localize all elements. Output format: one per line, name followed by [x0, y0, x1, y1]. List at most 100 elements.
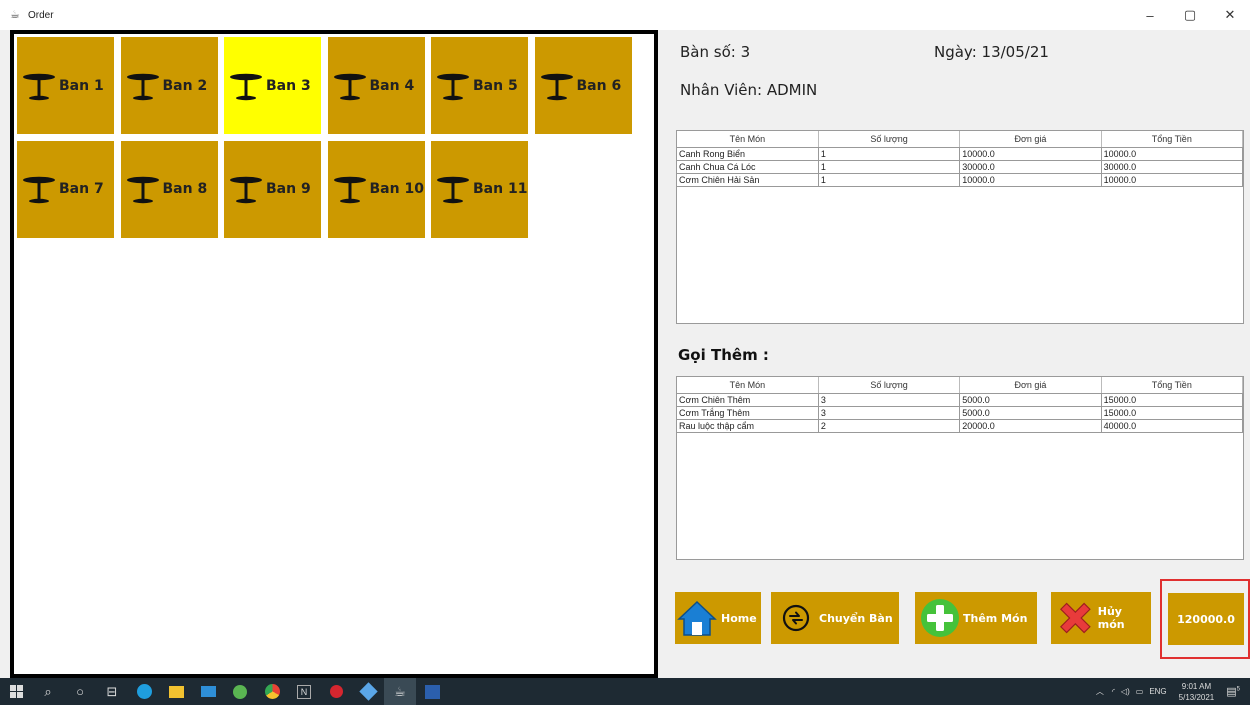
total-button[interactable]: 120000.0	[1168, 593, 1244, 645]
netbeans-icon[interactable]: N	[288, 678, 320, 705]
cell-total[interactable]: 30000.0	[1101, 160, 1244, 174]
cell-price[interactable]: 10000.0	[959, 173, 1102, 187]
col-header-qty[interactable]: Số lượng	[818, 131, 961, 148]
table-button-3[interactable]: Ban 3	[224, 37, 321, 134]
cell-total[interactable]: 15000.0	[1101, 406, 1244, 420]
table-button-7[interactable]: Ban 7	[17, 140, 114, 238]
clock[interactable]: 9:01 AM 5/13/2021	[1179, 681, 1215, 703]
file-explorer-icon[interactable]	[160, 678, 192, 705]
mail-icon[interactable]	[192, 678, 224, 705]
home-button-label: Home	[721, 611, 757, 625]
cell-qty[interactable]: 1	[818, 160, 961, 174]
table-button-5[interactable]: Ban 5	[431, 37, 528, 134]
table-button-2[interactable]: Ban 2	[120, 37, 218, 134]
cell-price[interactable]: 20000.0	[959, 419, 1102, 433]
cell-qty[interactable]: 2	[818, 419, 961, 433]
table-label: Ban 11	[473, 181, 528, 197]
order-row[interactable]: Canh Chua Cá Lóc 1 30000.0 30000.0	[677, 160, 1244, 174]
add-item-button[interactable]: Thêm Món	[915, 592, 1037, 644]
cell-name[interactable]: Canh Rong Biển	[677, 147, 819, 161]
cell-qty[interactable]: 3	[818, 393, 961, 407]
cell-price[interactable]: 5000.0	[959, 393, 1102, 407]
cell-price[interactable]: 30000.0	[959, 160, 1102, 174]
table-icon	[230, 73, 262, 100]
table-button-6[interactable]: Ban 6	[534, 37, 632, 134]
col-header-total[interactable]: Tổng Tiền	[1101, 131, 1244, 148]
move-table-button[interactable]: Chuyển Bàn	[771, 592, 899, 644]
cortana-icon[interactable]: ○	[64, 678, 96, 705]
extra-order-row[interactable]: Cơm Trắng Thêm 3 5000.0 15000.0	[677, 406, 1244, 420]
cell-qty[interactable]: 1	[818, 147, 961, 161]
maximize-button[interactable]: ▢	[1170, 0, 1210, 30]
word-icon[interactable]	[416, 678, 448, 705]
taskbar: ⌕ ○ ⊟ N ☕ ︿ ◜ ◁) ▭ ENG 9:01 AM 5/13/2021…	[0, 678, 1250, 705]
cell-total[interactable]: 10000.0	[1101, 173, 1244, 187]
table-button-9[interactable]: Ban 9	[224, 140, 321, 238]
notification-count: 5	[1236, 686, 1240, 693]
app-cube-icon[interactable]	[352, 678, 384, 705]
cross-icon	[1059, 602, 1091, 634]
cell-qty[interactable]: 3	[818, 406, 961, 420]
cell-price[interactable]: 10000.0	[959, 147, 1102, 161]
table-button-4[interactable]: Ban 4	[327, 37, 425, 134]
home-button[interactable]: Home	[675, 592, 761, 644]
volume-icon[interactable]: ◁)	[1121, 687, 1130, 696]
windows-start-icon[interactable]	[0, 678, 32, 705]
extra-order-row[interactable]: Rau luộc thập cẩm 2 20000.0 40000.0	[677, 419, 1244, 433]
order-table-header: Tên Món Số lượng Đơn giá Tổng Tiền	[677, 131, 1244, 148]
network-icon[interactable]: ◜	[1112, 687, 1115, 696]
battery-icon[interactable]: ▭	[1136, 687, 1144, 696]
system-tray: ︿ ◜ ◁) ▭ ENG 9:01 AM 5/13/2021 ▤5	[1096, 678, 1250, 705]
minimize-button[interactable]: –	[1130, 0, 1170, 30]
close-button[interactable]: ✕	[1210, 0, 1250, 30]
notification-icon[interactable]: ▤5	[1226, 685, 1240, 698]
cell-price[interactable]: 5000.0	[959, 406, 1102, 420]
cell-name[interactable]: Rau luộc thập cẩm	[677, 419, 819, 433]
table-icon	[23, 176, 55, 204]
table-icon	[437, 176, 469, 204]
language-indicator[interactable]: ENG	[1149, 687, 1166, 696]
search-icon[interactable]: ⌕	[32, 678, 64, 705]
table-icon	[230, 176, 262, 204]
tray-chevron-icon[interactable]: ︿	[1096, 686, 1104, 697]
order-row[interactable]: Canh Rong Biển 1 10000.0 10000.0	[677, 147, 1244, 161]
task-view-icon[interactable]: ⊟	[96, 678, 128, 705]
cancel-item-label: Hủy món	[1097, 605, 1125, 631]
col-header-price[interactable]: Đơn giá	[959, 131, 1102, 148]
clock-time: 9:01 AM	[1181, 681, 1212, 691]
title-bar: ☕ Order – ▢ ✕	[0, 0, 1250, 30]
app-green-icon[interactable]	[224, 678, 256, 705]
col-header-name[interactable]: Tên Món	[677, 377, 819, 394]
total-highlight: 120000.0	[1160, 579, 1250, 659]
clock-date: 5/13/2021	[1178, 692, 1215, 702]
edge-icon[interactable]	[128, 678, 160, 705]
table-label: Ban 4	[369, 77, 415, 94]
table-button-11[interactable]: Ban 11	[431, 140, 528, 238]
table-label: Ban 5	[473, 77, 518, 94]
cell-name[interactable]: Cơm Trắng Thêm	[677, 406, 819, 420]
order-app-icon[interactable]: ☕	[384, 678, 416, 705]
col-header-price[interactable]: Đơn giá	[959, 377, 1102, 394]
table-button-8[interactable]: Ban 8	[120, 140, 218, 238]
cell-total[interactable]: 40000.0	[1101, 419, 1244, 433]
table-button-1[interactable]: Ban 1	[17, 37, 114, 134]
cell-name[interactable]: Cơm Chiên Hải Sản	[677, 173, 819, 187]
table-panel: Ban 1 Ban 2 Ban 3 Ban 4 Ban 5 Ban 6 Ban 7 Ban 8…	[10, 30, 658, 678]
app-red-icon[interactable]	[320, 678, 352, 705]
order-table[interactable]: Tên Món Số lượng Đơn giá Tổng Tiền Canh …	[676, 130, 1244, 324]
cell-name[interactable]: Canh Chua Cá Lóc	[677, 160, 819, 174]
order-row[interactable]: Cơm Chiên Hải Sản 1 10000.0 10000.0	[677, 173, 1244, 187]
chrome-icon[interactable]	[256, 678, 288, 705]
cell-total[interactable]: 10000.0	[1101, 147, 1244, 161]
col-header-qty[interactable]: Số lượng	[818, 377, 961, 394]
cell-total[interactable]: 15000.0	[1101, 393, 1244, 407]
cancel-item-button[interactable]: Hủy món	[1051, 592, 1151, 644]
extra-order-table[interactable]: Tên Món Số lượng Đơn giá Tổng Tiền Cơm C…	[676, 376, 1244, 560]
cell-name[interactable]: Cơm Chiên Thêm	[677, 393, 819, 407]
add-item-label: Thêm Món	[963, 611, 1028, 625]
extra-order-row[interactable]: Cơm Chiên Thêm 3 5000.0 15000.0	[677, 393, 1244, 407]
col-header-name[interactable]: Tên Món	[677, 131, 819, 148]
cell-qty[interactable]: 1	[818, 173, 961, 187]
col-header-total[interactable]: Tổng Tiền	[1101, 377, 1244, 394]
table-button-10[interactable]: Ban 10	[327, 140, 425, 238]
